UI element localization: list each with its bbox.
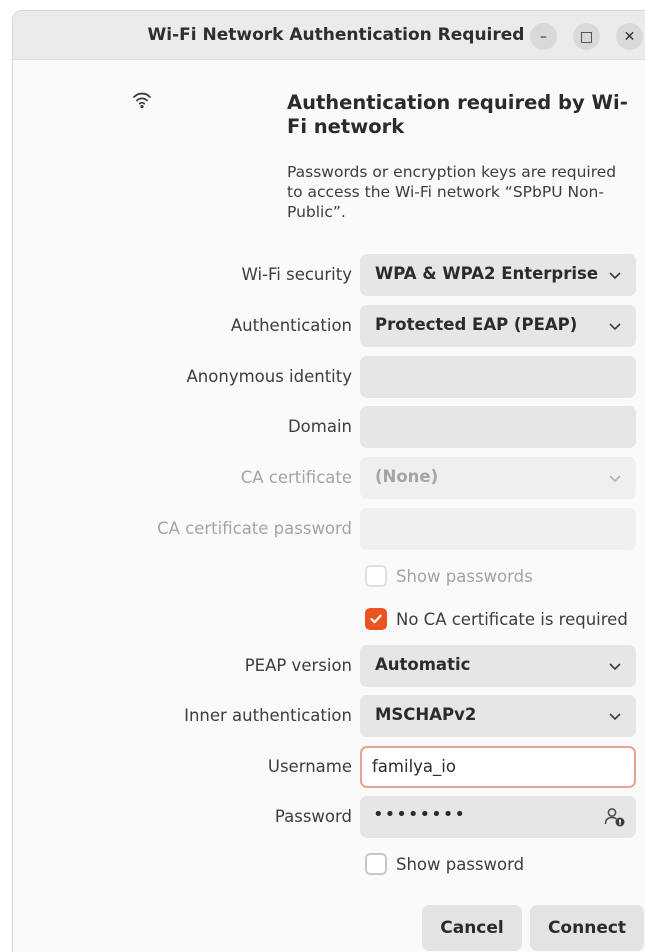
dialog-description: Passwords or encryption keys are require… xyxy=(287,163,617,221)
chevron-down-icon xyxy=(609,713,621,721)
anonymous-identity-label: Anonymous identity xyxy=(186,367,352,386)
ca-certificate-label: CA certificate xyxy=(240,468,352,487)
maximize-icon: □ xyxy=(579,28,594,45)
dialog-heading: Authentication required by Wi-Fi network xyxy=(287,91,628,138)
wifi-security-value: WPA & WPA2 Enterprise xyxy=(375,264,599,283)
minimize-button[interactable]: – xyxy=(530,23,557,50)
checkbox-unchecked-icon xyxy=(365,853,387,875)
show-password-label: Show password xyxy=(396,854,525,874)
chevron-down-icon xyxy=(609,663,621,671)
inner-authentication-value: MSCHAPv2 xyxy=(375,705,477,724)
title-bar[interactable]: Wi-Fi Network Authentication Required – … xyxy=(13,11,645,60)
authentication-value: Protected EAP (PEAP) xyxy=(375,315,578,334)
checkmark-icon xyxy=(365,608,387,630)
peap-version-label: PEAP version xyxy=(244,656,352,675)
peap-version-dropdown[interactable]: Automatic xyxy=(360,645,636,687)
authentication-label: Authentication xyxy=(230,316,352,335)
show-password-checkbox[interactable]: Show password xyxy=(365,851,524,877)
checkbox-unchecked-icon xyxy=(365,565,387,587)
show-passwords-checkbox: Show passwords xyxy=(365,563,533,589)
wifi-security-dropdown[interactable]: WPA & WPA2 Enterprise xyxy=(360,254,636,296)
username-value: familya_io xyxy=(372,757,456,776)
chevron-down-icon xyxy=(609,323,621,331)
ca-certificate-password-input xyxy=(360,508,636,550)
close-button[interactable]: ✕ xyxy=(616,23,643,50)
chevron-down-icon xyxy=(609,475,621,483)
password-storage-user-icon[interactable] xyxy=(604,807,626,827)
domain-label: Domain xyxy=(287,417,352,436)
minimize-icon: – xyxy=(540,28,547,45)
auth-dialog: Wi-Fi Network Authentication Required – … xyxy=(12,10,645,952)
inner-authentication-label: Inner authentication xyxy=(184,706,352,725)
username-label: Username xyxy=(267,757,352,776)
password-label: Password xyxy=(274,807,352,826)
ca-certificate-password-label: CA certificate password xyxy=(157,519,352,538)
connect-button[interactable]: Connect xyxy=(530,905,644,951)
cancel-button[interactable]: Cancel xyxy=(422,905,522,951)
password-value: •••••••• xyxy=(373,804,466,825)
anonymous-identity-input[interactable] xyxy=(360,356,636,398)
maximize-button[interactable]: □ xyxy=(573,23,600,50)
no-ca-required-label: No CA certificate is required xyxy=(396,609,628,629)
authentication-dropdown[interactable]: Protected EAP (PEAP) xyxy=(360,305,636,347)
close-icon: ✕ xyxy=(623,28,636,45)
wifi-icon xyxy=(133,92,151,109)
domain-input[interactable] xyxy=(360,406,636,448)
ca-certificate-dropdown: (None) xyxy=(360,457,636,499)
inner-authentication-dropdown[interactable]: MSCHAPv2 xyxy=(360,695,636,737)
peap-version-value: Automatic xyxy=(375,655,471,674)
username-input[interactable]: familya_io xyxy=(360,746,636,788)
password-input[interactable]: •••••••• xyxy=(360,796,636,838)
no-ca-required-checkbox[interactable]: No CA certificate is required xyxy=(365,606,628,632)
chevron-down-icon xyxy=(609,272,621,280)
show-passwords-label: Show passwords xyxy=(396,566,533,586)
wifi-security-label: Wi-Fi security xyxy=(241,265,353,284)
ca-certificate-value: (None) xyxy=(375,467,439,486)
